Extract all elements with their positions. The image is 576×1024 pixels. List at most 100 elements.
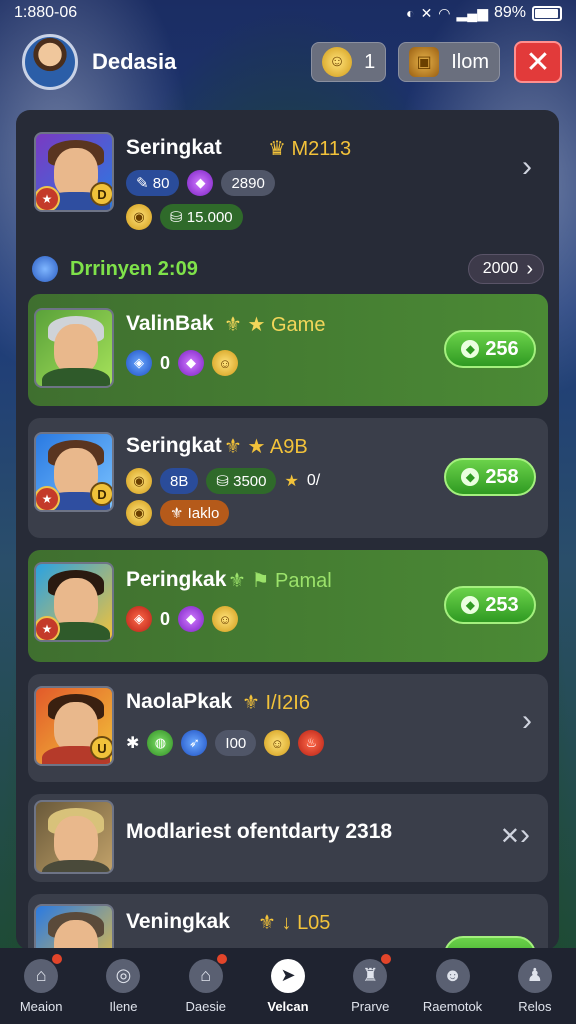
leader-card[interactable]: U NaolaPkak ⚜ I/I2I6 ✱ ◍ ➶ I00 ☺ ♨ ›: [28, 674, 548, 782]
stats-row: ◉ 8B ⛁ 3500 ★ 0/: [126, 468, 320, 494]
badge-icon: ⚜ ★: [224, 314, 266, 336]
player-tag: ⚜ I/I2I6: [242, 692, 310, 714]
section-title: Drrinyen 2:09: [70, 257, 198, 280]
leader-card[interactable]: Veningkak ⚜ ↓ L05: [28, 894, 548, 950]
player-name: Veningkak: [126, 910, 230, 933]
reward-row: ◉ ⛁ 15.000: [126, 204, 243, 230]
ball-icon: ◈: [126, 350, 152, 376]
nav-item-home[interactable]: ⌂ Meaion: [0, 948, 82, 1024]
badge-icon: ⚜ ⚑: [228, 570, 270, 592]
close-icon: ✕: [499, 823, 520, 850]
status-bar: 1:880-06 ◐ ✕ ◠ ▂▄▆ 89%: [0, 0, 576, 26]
stat-value: 0: [160, 608, 171, 629]
rank-badge-icon: ★: [36, 616, 60, 640]
nav-item-club[interactable]: ☻ Raemotok: [411, 948, 493, 1024]
chest-label: Ilom: [451, 50, 489, 73]
gem-icon: ◆: [178, 350, 205, 376]
reward-chip: ⚜ Iaklo: [160, 500, 230, 526]
user-avatar[interactable]: [22, 34, 78, 90]
leader-card[interactable]: ★ Peringkak ⚜ ⚑ Pamal ◈ 0 ◆ ☺ ◆ 253: [28, 550, 548, 662]
player-avatar: [34, 800, 114, 874]
sim-icon: ◐: [406, 5, 415, 21]
coin-counter[interactable]: ☺ 1: [311, 42, 387, 82]
nav-item-trophy[interactable]: ♜ Prarve: [329, 948, 411, 1024]
shield-icon: ◆: [461, 340, 480, 358]
notification-dot: [52, 954, 63, 964]
nav-item-house[interactable]: ⌂ Daesie: [165, 948, 247, 1024]
status-icons: ◐ ✕ ◠ ▂▄▆ 89%: [406, 4, 562, 22]
nav-item-ball[interactable]: ◎ Ilene: [82, 948, 164, 1024]
player-name: Seringkat: [126, 434, 222, 457]
nav-item-profile[interactable]: ♟ Relos: [494, 948, 576, 1024]
chevron-right-icon[interactable]: ›: [522, 150, 532, 184]
player-name: Seringkat: [126, 136, 222, 159]
globe-icon: ◍: [147, 730, 174, 756]
reward-chip: ⛁ 15.000: [160, 204, 243, 230]
chest-button[interactable]: ▣ Ilom: [398, 42, 500, 82]
player-avatar: ★ D: [34, 132, 114, 212]
star-icon: ★: [284, 473, 299, 490]
badge-icon: ⚜ ↓: [258, 912, 292, 934]
user-name: Dedasia: [92, 49, 177, 74]
leader-card[interactable]: ★ D Seringkat ⚜ ★ A9B ◉ 8B ⛁ 3500 ★ 0/ ◉…: [28, 418, 548, 538]
coin-icon: ☺: [322, 47, 353, 77]
status-time: 1:880-06: [14, 4, 78, 21]
puzzle-icon: ✱: [126, 735, 140, 752]
ball-icon: ◎: [106, 958, 141, 993]
level-badge: D: [90, 482, 112, 506]
club-icon: ☻: [435, 958, 470, 993]
house-icon: ⌂: [188, 958, 223, 993]
shield-icon: ◆: [461, 468, 480, 486]
section-filter-chip[interactable]: 2000 ›: [467, 254, 544, 284]
battery-percent: 89%: [493, 4, 526, 21]
close-icon: ✕: [525, 45, 551, 79]
leader-card[interactable]: Modlariest ofentdarty 2318 ✕›: [28, 794, 548, 882]
profile-icon: ♟: [517, 958, 552, 993]
mute-icon: ✕: [420, 4, 433, 21]
claim-reward-button[interactable]: ◆ 258: [444, 458, 536, 496]
home-icon: ⌂: [24, 958, 59, 993]
level-badge: D: [90, 182, 112, 206]
claim-reward-button[interactable]: ◆ 253: [444, 586, 536, 624]
reward-row: ◉ ⚜ Iaklo: [126, 500, 230, 526]
smile-icon: ☺: [212, 606, 239, 632]
gem-icon: ◆: [187, 170, 214, 196]
shield-icon: ◆: [461, 596, 480, 614]
fire-icon: ♨: [298, 730, 325, 756]
smile-icon: ☺: [264, 730, 291, 756]
player-tag: ⚜ ↓ L05: [258, 912, 331, 934]
chest-icon: ▣: [409, 47, 440, 77]
leader-card-top[interactable]: ★ D Seringkat ♛ M2113 ✎ 80 ◆ 2890 ◉ ⛁ 15…: [28, 122, 548, 230]
stat-value: 0: [160, 352, 171, 373]
close-button[interactable]: ✕: [514, 41, 562, 83]
crown-icon: ♛: [268, 138, 286, 160]
stat-chip-1: ✎ 80: [126, 170, 180, 196]
coin-icon: ◉: [126, 204, 152, 230]
player-name: Modlariest ofentdarty 2318: [126, 820, 393, 843]
player-name: NaolaPkak: [126, 690, 233, 713]
notification-dot: [216, 954, 227, 964]
player-tag: ⚜ ★ A9B: [224, 436, 308, 458]
player-avatar: ★ D: [34, 432, 114, 512]
player-name: Peringkak: [126, 568, 227, 591]
rank-badge-icon: ★: [36, 186, 60, 210]
ball-icon: ◈: [126, 606, 152, 632]
coin-icon: ◉: [126, 468, 152, 494]
player-avatar: [34, 904, 114, 950]
globe-icon: [32, 256, 58, 282]
player-tag: ⚜ ⚑ Pamal: [228, 570, 332, 592]
nav-item-play[interactable]: ➤ Velcan: [247, 948, 329, 1024]
stats-row: ✎ 80 ◆ 2890: [126, 170, 275, 196]
leaderboard-panel: ★ D Seringkat ♛ M2113 ✎ 80 ◆ 2890 ◉ ⛁ 15…: [16, 110, 559, 950]
stat-extra: 0/: [306, 472, 321, 489]
dismiss-control[interactable]: ✕›: [500, 818, 530, 852]
claim-reward-button[interactable]: ◆ 256: [444, 330, 536, 368]
stat-chip-2: 2890: [221, 170, 275, 196]
player-avatar: ★: [34, 562, 114, 642]
chevron-right-icon[interactable]: ›: [522, 704, 532, 738]
bottom-nav: ⌂ Meaion ◎ Ilene ⌂ Daesie ➤ Velcan ♜ Pra…: [0, 948, 576, 1024]
leader-card[interactable]: ValinBak ⚜ ★ Game ◈ 0 ◆ ☺ ◆ 256: [28, 294, 548, 406]
stats-row: ◈ 0 ◆ ☺: [126, 606, 239, 632]
chevron-right-icon: ›: [526, 257, 533, 280]
gem-icon: ◆: [178, 606, 205, 632]
